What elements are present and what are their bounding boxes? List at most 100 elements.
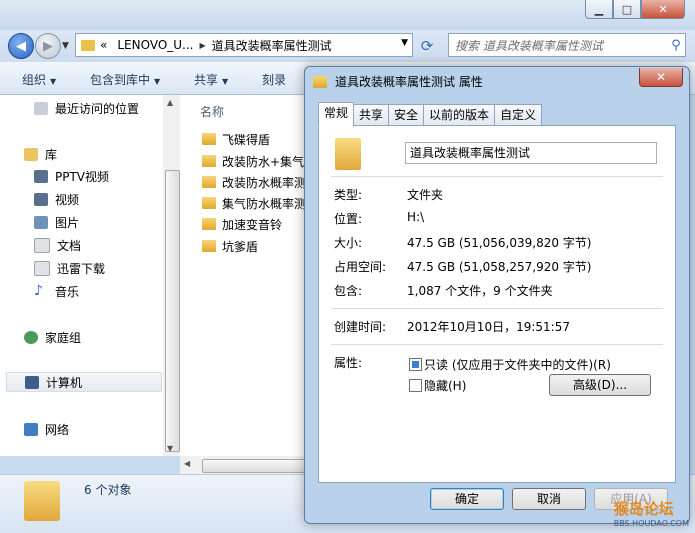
location-value: H:\ bbox=[407, 210, 425, 224]
folder-icon bbox=[313, 75, 327, 88]
ok-button[interactable]: 确定 bbox=[430, 488, 504, 510]
breadcrumb-overflow[interactable]: « bbox=[100, 38, 107, 52]
site-watermark: 猴岛论坛 BBS.HOUDAO.COM bbox=[614, 498, 689, 528]
music-icon: ♪ bbox=[34, 282, 43, 299]
folder-icon bbox=[202, 218, 216, 230]
folder-icon bbox=[202, 176, 216, 188]
watermark-url: BBS.HOUDAO.COM bbox=[613, 519, 689, 528]
pictures-icon bbox=[34, 215, 48, 229]
nav-item-computer[interactable]: 计算机 bbox=[6, 372, 162, 392]
chevron-right-icon[interactable]: ▶ bbox=[200, 41, 206, 50]
back-button[interactable]: ◀ bbox=[8, 33, 34, 59]
share-menu[interactable]: 共享 ▼ bbox=[194, 71, 228, 88]
list-item[interactable]: 坑爹盾 bbox=[202, 236, 258, 256]
nav-item-network[interactable]: 网络 bbox=[24, 419, 69, 439]
forward-button[interactable]: ▶ bbox=[35, 33, 61, 59]
watermark-text: 猴岛论坛 bbox=[613, 500, 674, 518]
nav-item-homegroup[interactable]: 家庭组 bbox=[24, 327, 81, 347]
item-count: 6 个对象 bbox=[84, 483, 132, 497]
chevron-down-icon: ▼ bbox=[222, 77, 229, 86]
folder-icon bbox=[24, 481, 60, 521]
nav-item-documents[interactable]: 文档 bbox=[34, 235, 81, 255]
nav-item-libraries[interactable]: 库 bbox=[24, 144, 57, 164]
nav-item-pptv-video[interactable]: PPTV视频 bbox=[34, 166, 109, 186]
dialog-title-bar[interactable]: 道具改装概率属性测试 属性 bbox=[313, 73, 483, 90]
list-item[interactable]: 集气防水概率测 bbox=[202, 193, 306, 213]
recent-places-icon bbox=[34, 101, 48, 115]
dialog-close-button[interactable]: ✕ bbox=[639, 68, 683, 87]
readonly-checkbox[interactable] bbox=[409, 358, 422, 371]
tab-general[interactable]: 常规 bbox=[318, 102, 355, 127]
navigation-bar: ◀ ▶ ▼ « LENOVO_U... ▶ 道具改装概率属性测试 ▼ ⟳ 搜索 … bbox=[0, 30, 695, 62]
divider bbox=[331, 344, 663, 345]
file-list-scrollbar[interactable]: ◀ bbox=[180, 456, 310, 474]
folder-icon bbox=[202, 133, 216, 145]
contains-label: 包含: bbox=[334, 284, 363, 298]
attributes-label: 属性: bbox=[334, 356, 363, 370]
divider bbox=[331, 176, 663, 177]
size-label: 大小: bbox=[334, 236, 363, 250]
tab-security[interactable]: 安全 bbox=[388, 104, 425, 125]
scrollbar-thumb[interactable] bbox=[165, 170, 180, 452]
nav-item-music[interactable]: ♪ 音乐 bbox=[34, 281, 79, 301]
organize-menu[interactable]: 组织 ▼ bbox=[22, 71, 56, 88]
title-bar[interactable]: ▁ □ ✕ bbox=[0, 0, 695, 30]
navigation-pane: 最近访问的位置 库 PPTV视频 视频 图片 文档 迅雷下载 ♪ 音乐 家庭组 … bbox=[0, 95, 180, 456]
nav-item-pictures[interactable]: 图片 bbox=[34, 212, 79, 232]
created-value: 2012年10月10日，19:51:57 bbox=[407, 320, 570, 334]
scroll-up-icon[interactable]: ▲ bbox=[167, 98, 173, 107]
readonly-label[interactable]: 只读 (仅应用于文件夹中的文件)(R) bbox=[424, 356, 611, 373]
size-on-disk-label: 占用空间: bbox=[334, 260, 387, 274]
search-icon[interactable]: ⚲ bbox=[667, 38, 685, 53]
hidden-label[interactable]: 隐藏(H) bbox=[424, 377, 466, 394]
arrow-right-icon: ▶ bbox=[43, 38, 53, 54]
nav-item-thunder-downloads[interactable]: 迅雷下载 bbox=[34, 258, 105, 278]
burn-button[interactable]: 刻录 bbox=[262, 71, 286, 88]
search-input[interactable]: 搜索 道具改装概率属性测试 bbox=[455, 37, 667, 54]
search-box[interactable]: 搜索 道具改装概率属性测试 ⚲ bbox=[448, 33, 686, 57]
cancel-button[interactable]: 取消 bbox=[512, 488, 586, 510]
folder-name-field[interactable]: 道具改装概率属性测试 bbox=[405, 142, 657, 164]
created-label: 创建时间: bbox=[334, 320, 387, 334]
column-header-name[interactable]: 名称 bbox=[200, 103, 224, 120]
window-controls: ▁ □ ✕ bbox=[585, 0, 685, 19]
minimize-button[interactable]: ▁ bbox=[585, 0, 613, 19]
scrollbar-thumb[interactable] bbox=[202, 459, 308, 473]
folder-icon bbox=[202, 240, 216, 252]
recent-pages-dropdown[interactable]: ▼ bbox=[62, 41, 69, 51]
download-icon bbox=[34, 260, 50, 276]
maximize-button[interactable]: □ bbox=[613, 0, 641, 19]
hidden-checkbox[interactable] bbox=[409, 379, 422, 392]
tab-sharing[interactable]: 共享 bbox=[353, 104, 390, 125]
arrow-left-icon: ◀ bbox=[16, 38, 26, 54]
include-in-library-menu[interactable]: 包含到库中 ▼ bbox=[90, 71, 160, 88]
list-item[interactable]: 改装防水概率测 bbox=[202, 172, 306, 192]
close-button[interactable]: ✕ bbox=[641, 0, 685, 19]
scroll-left-icon[interactable]: ◀ bbox=[184, 459, 190, 468]
video-library-icon bbox=[34, 169, 48, 183]
chevron-down-icon: ▼ bbox=[154, 77, 161, 86]
computer-icon bbox=[25, 375, 39, 389]
nav-item-recent-places[interactable]: 最近访问的位置 bbox=[34, 98, 139, 118]
scroll-down-icon[interactable]: ▼ bbox=[167, 444, 173, 453]
type-value: 文件夹 bbox=[407, 188, 444, 202]
chevron-down-icon: ▼ bbox=[50, 77, 57, 86]
refresh-button[interactable]: ⟳ bbox=[416, 36, 438, 56]
list-item[interactable]: 加速变音铃 bbox=[202, 214, 282, 234]
breadcrumb-current-folder[interactable]: 道具改装概率属性测试 bbox=[212, 37, 332, 54]
location-label: 位置: bbox=[334, 212, 363, 226]
breadcrumb-drive[interactable]: LENOVO_U... bbox=[117, 38, 193, 52]
general-tab-panel: 道具改装概率属性测试 类型: 文件夹 位置: H:\ 大小: 47.5 GB (… bbox=[318, 125, 676, 483]
tab-previous-versions[interactable]: 以前的版本 bbox=[423, 104, 496, 125]
list-item[interactable]: 改装防水+集气 bbox=[202, 151, 304, 171]
address-dropdown-icon[interactable]: ▼ bbox=[401, 38, 408, 48]
address-bar[interactable]: « LENOVO_U... ▶ 道具改装概率属性测试 ▼ bbox=[75, 33, 413, 57]
advanced-button[interactable]: 高级(D)... bbox=[549, 374, 651, 396]
homegroup-icon bbox=[24, 330, 38, 344]
nav-pane-scrollbar[interactable]: ▲ ▼ bbox=[163, 95, 180, 456]
list-item[interactable]: 飞碟得盾 bbox=[202, 129, 270, 149]
nav-item-videos[interactable]: 视频 bbox=[34, 189, 79, 209]
size-value: 47.5 GB (51,056,039,820 字节) bbox=[407, 236, 592, 250]
folder-icon bbox=[202, 197, 216, 209]
tab-customize[interactable]: 自定义 bbox=[494, 104, 543, 125]
